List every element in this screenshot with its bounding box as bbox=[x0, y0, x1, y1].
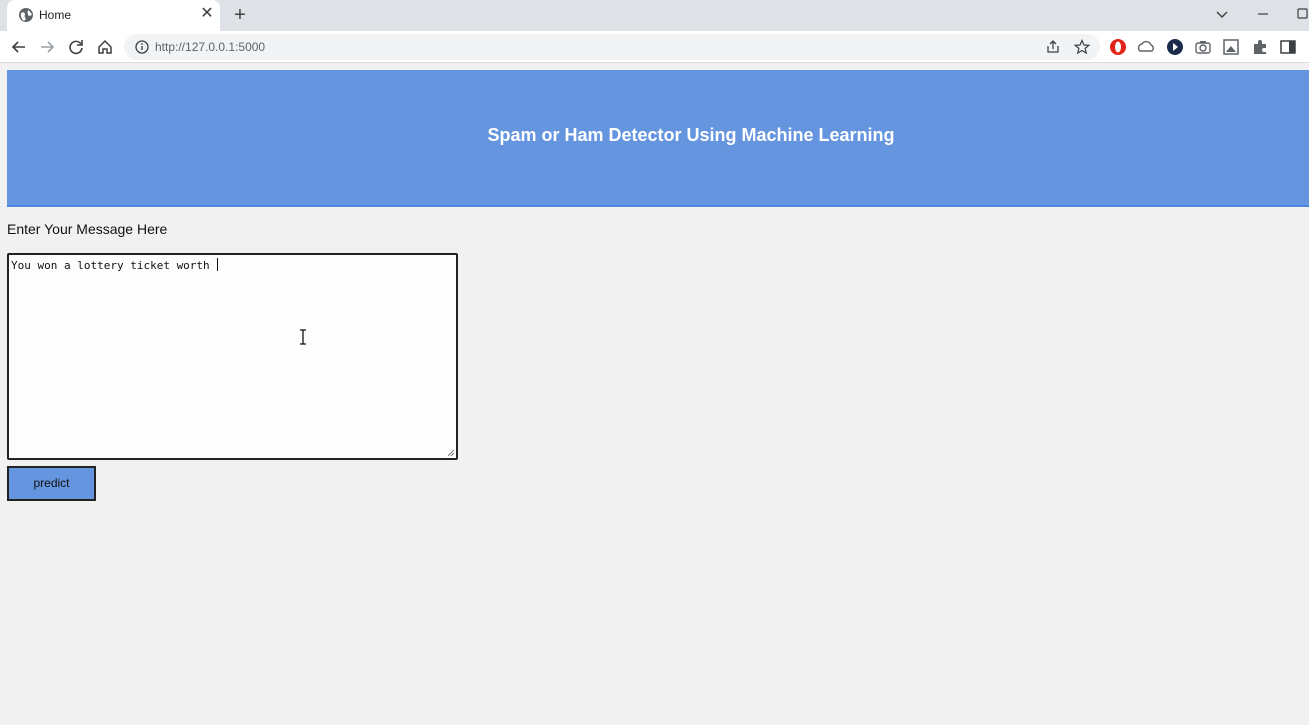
plus-icon[interactable]: + bbox=[228, 4, 252, 26]
puzzle-icon[interactable] bbox=[1251, 38, 1269, 56]
home-icon[interactable] bbox=[94, 36, 116, 58]
share-icon[interactable] bbox=[1045, 39, 1061, 55]
info-icon[interactable] bbox=[134, 39, 150, 55]
address-bar[interactable]: http://127.0.0.1:5000 bbox=[124, 34, 1100, 60]
text-caret bbox=[217, 258, 219, 271]
star-icon[interactable] bbox=[1074, 39, 1090, 55]
sidepanel-icon[interactable] bbox=[1279, 38, 1297, 56]
reload-icon[interactable] bbox=[65, 36, 87, 58]
tab-title: Home bbox=[39, 8, 72, 22]
camera-icon[interactable] bbox=[1194, 38, 1212, 56]
forward-icon[interactable] bbox=[36, 36, 58, 58]
message-label: Enter Your Message Here bbox=[7, 221, 168, 237]
resize-grip-icon[interactable] bbox=[446, 448, 455, 457]
message-textarea[interactable]: You won a lottery ticket worth bbox=[7, 253, 458, 460]
web-page: Spam or Ham Detector Using Machine Learn… bbox=[0, 63, 1309, 725]
opera-extension-icon[interactable] bbox=[1109, 38, 1127, 56]
shield-extension-icon[interactable] bbox=[1166, 38, 1184, 56]
browser-tab-home[interactable]: Home ✕ bbox=[7, 0, 220, 31]
globe-icon bbox=[19, 8, 33, 22]
maximize-icon[interactable] bbox=[1292, 4, 1309, 24]
message-text: You won a lottery ticket worth bbox=[11, 258, 219, 272]
ibeam-cursor-icon bbox=[300, 329, 306, 345]
page-title: Spam or Ham Detector Using Machine Learn… bbox=[487, 125, 895, 145]
url-text: http://127.0.0.1:5000 bbox=[155, 40, 266, 54]
chevron-down-icon[interactable] bbox=[1210, 4, 1234, 24]
browser-toolbar: http://127.0.0.1:5000 bbox=[0, 31, 1309, 63]
screenshot-extension-icon[interactable] bbox=[1222, 38, 1240, 56]
predict-button[interactable]: predict bbox=[7, 466, 96, 501]
back-icon[interactable] bbox=[8, 36, 30, 58]
minimize-icon[interactable] bbox=[1251, 4, 1275, 24]
cloud-extension-icon[interactable] bbox=[1137, 38, 1155, 56]
tab-strip: Home ✕ + bbox=[0, 0, 1309, 31]
close-icon[interactable]: ✕ bbox=[197, 4, 217, 24]
page-header: Spam or Ham Detector Using Machine Learn… bbox=[7, 70, 1309, 207]
